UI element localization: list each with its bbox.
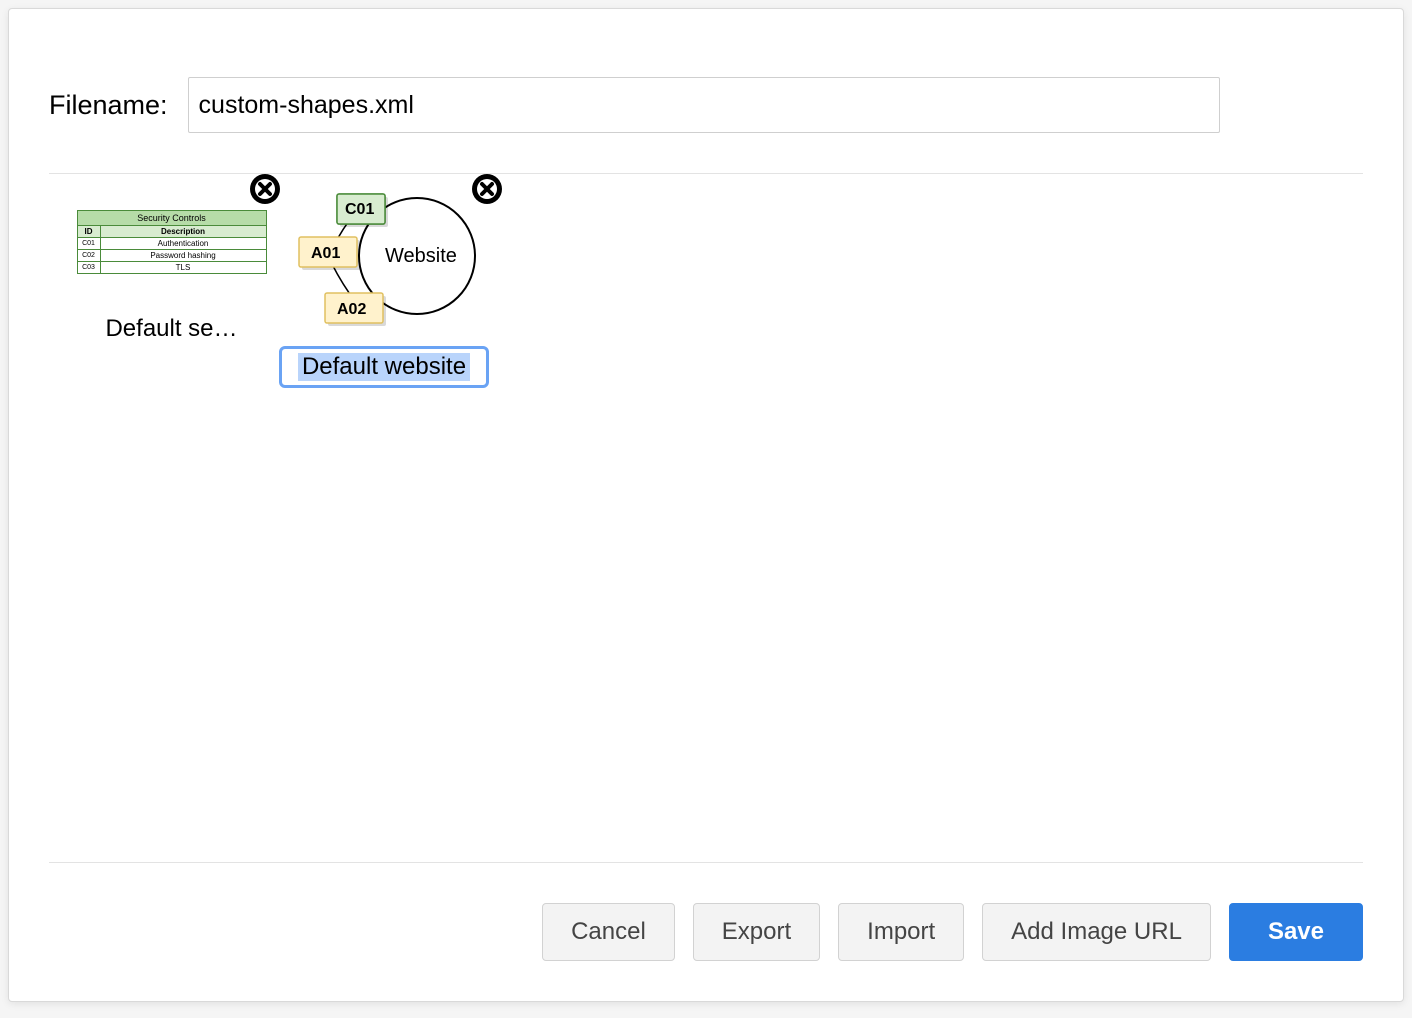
button-row: Cancel Export Import Add Image URL Save bbox=[49, 903, 1363, 961]
dialog-footer: Cancel Export Import Add Image URL Save bbox=[49, 862, 1363, 961]
circle-label: Website bbox=[385, 245, 457, 267]
close-icon bbox=[470, 172, 504, 206]
save-button[interactable]: Save bbox=[1229, 903, 1363, 961]
delete-item-button[interactable] bbox=[470, 172, 504, 206]
node-label: A02 bbox=[337, 301, 366, 318]
table-cell: Authentication bbox=[100, 238, 266, 250]
table-col-desc: Description bbox=[100, 226, 266, 238]
divider-top bbox=[49, 173, 1363, 174]
table-cell: C03 bbox=[77, 262, 100, 274]
library-item-caption[interactable]: Default website bbox=[279, 346, 489, 388]
add-image-url-button[interactable]: Add Image URL bbox=[982, 903, 1211, 961]
table-cell: TLS bbox=[100, 262, 266, 274]
library-item[interactable]: Website C01 A01 A02 bbox=[279, 180, 484, 393]
import-button[interactable]: Import bbox=[838, 903, 964, 961]
table-row: C03 TLS bbox=[77, 262, 266, 274]
table-row: C02 Password hashing bbox=[77, 250, 266, 262]
library-item-thumbnail: Security Controls ID Description C01 Aut… bbox=[77, 210, 267, 305]
filename-row: Filename: bbox=[49, 77, 1363, 133]
cancel-button[interactable]: Cancel bbox=[542, 903, 675, 961]
table-cell: C02 bbox=[77, 250, 100, 262]
library-area: Security Controls ID Description C01 Aut… bbox=[49, 180, 1363, 820]
export-button[interactable]: Export bbox=[693, 903, 820, 961]
node-label: A01 bbox=[311, 245, 340, 262]
close-icon bbox=[248, 172, 282, 206]
library-item[interactable]: Security Controls ID Description C01 Aut… bbox=[69, 180, 274, 343]
delete-item-button[interactable] bbox=[248, 172, 282, 206]
filename-input[interactable] bbox=[188, 77, 1220, 133]
edit-library-dialog: Filename: Security Controls ID D bbox=[8, 8, 1404, 1002]
table-cell: Password hashing bbox=[100, 250, 266, 262]
divider-bottom bbox=[49, 862, 1363, 863]
filename-label: Filename: bbox=[49, 90, 168, 121]
table-col-id: ID bbox=[77, 226, 100, 238]
table-title: Security Controls bbox=[77, 211, 266, 226]
library-item-caption[interactable]: Default se… bbox=[82, 315, 262, 343]
table-cell: C01 bbox=[77, 238, 100, 250]
security-controls-table: Security Controls ID Description C01 Aut… bbox=[77, 210, 267, 274]
node-label: C01 bbox=[345, 201, 374, 218]
library-item-thumbnail: Website C01 A01 A02 bbox=[287, 186, 477, 336]
table-row: C01 Authentication bbox=[77, 238, 266, 250]
caption-text: Default website bbox=[298, 353, 470, 381]
